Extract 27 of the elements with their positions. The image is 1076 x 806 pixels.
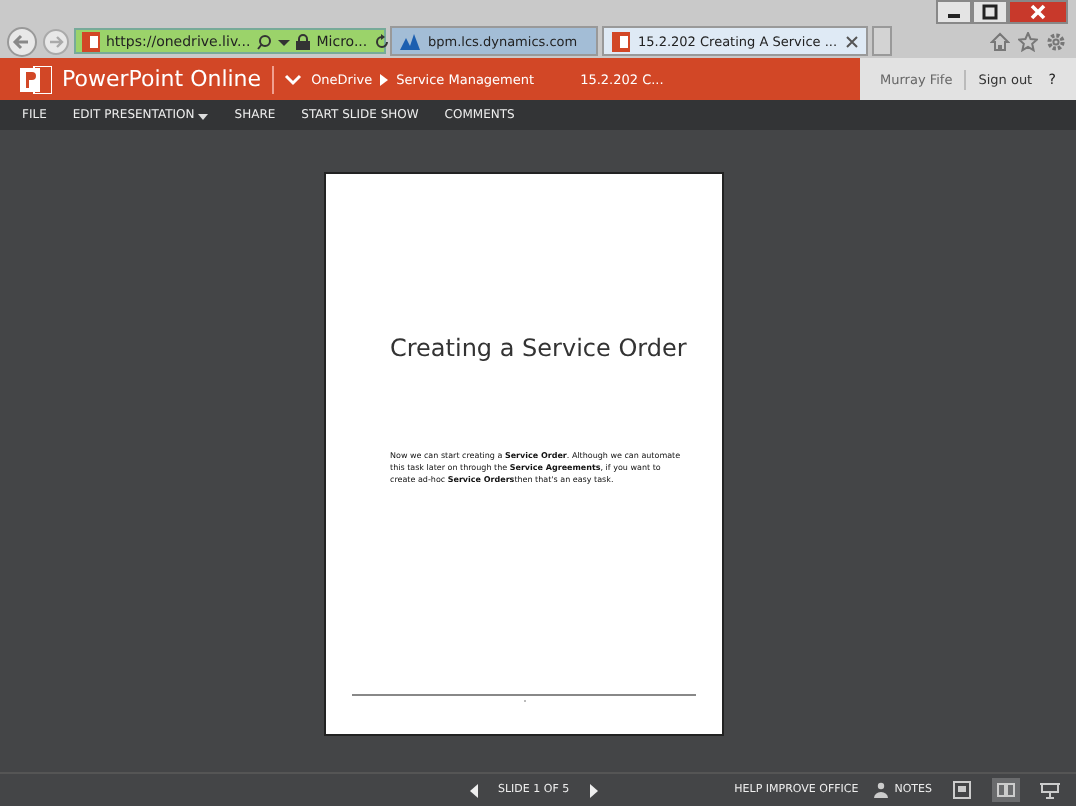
home-icon[interactable]: [990, 31, 1010, 51]
reading-view-button[interactable]: [992, 778, 1020, 802]
page-icon[interactable]: [82, 31, 100, 51]
normal-view-button[interactable]: [948, 778, 976, 802]
minimize-button[interactable]: [936, 0, 972, 24]
arrow-right-icon[interactable]: [380, 73, 389, 85]
chevron-down-icon[interactable]: [283, 73, 302, 85]
person-icon[interactable]: [874, 782, 889, 798]
dropdown-icon[interactable]: [198, 111, 209, 119]
back-icon[interactable]: [6, 25, 38, 57]
slide-title: Creating a Service Order: [390, 334, 687, 362]
search-icon[interactable]: [256, 33, 273, 49]
refresh-icon[interactable]: [373, 33, 390, 49]
lock-icon[interactable]: [296, 33, 311, 49]
dropdown-icon[interactable]: [278, 35, 291, 47]
logo-icon[interactable]: [400, 33, 420, 49]
close-tab-icon[interactable]: [845, 35, 858, 47]
page-icon[interactable]: [612, 31, 630, 51]
slideshow-view-button[interactable]: [1036, 778, 1064, 802]
close-button[interactable]: [1008, 0, 1068, 24]
settings-icon[interactable]: [1046, 31, 1066, 51]
star-icon[interactable]: [1018, 31, 1038, 51]
restore-button[interactable]: [972, 0, 1008, 24]
next-slide-icon[interactable]: [589, 783, 598, 797]
powerpoint-logo-icon[interactable]: [20, 65, 52, 93]
previous-slide-icon[interactable]: [470, 783, 478, 797]
app-title: PowerPoint Online: [62, 66, 262, 92]
